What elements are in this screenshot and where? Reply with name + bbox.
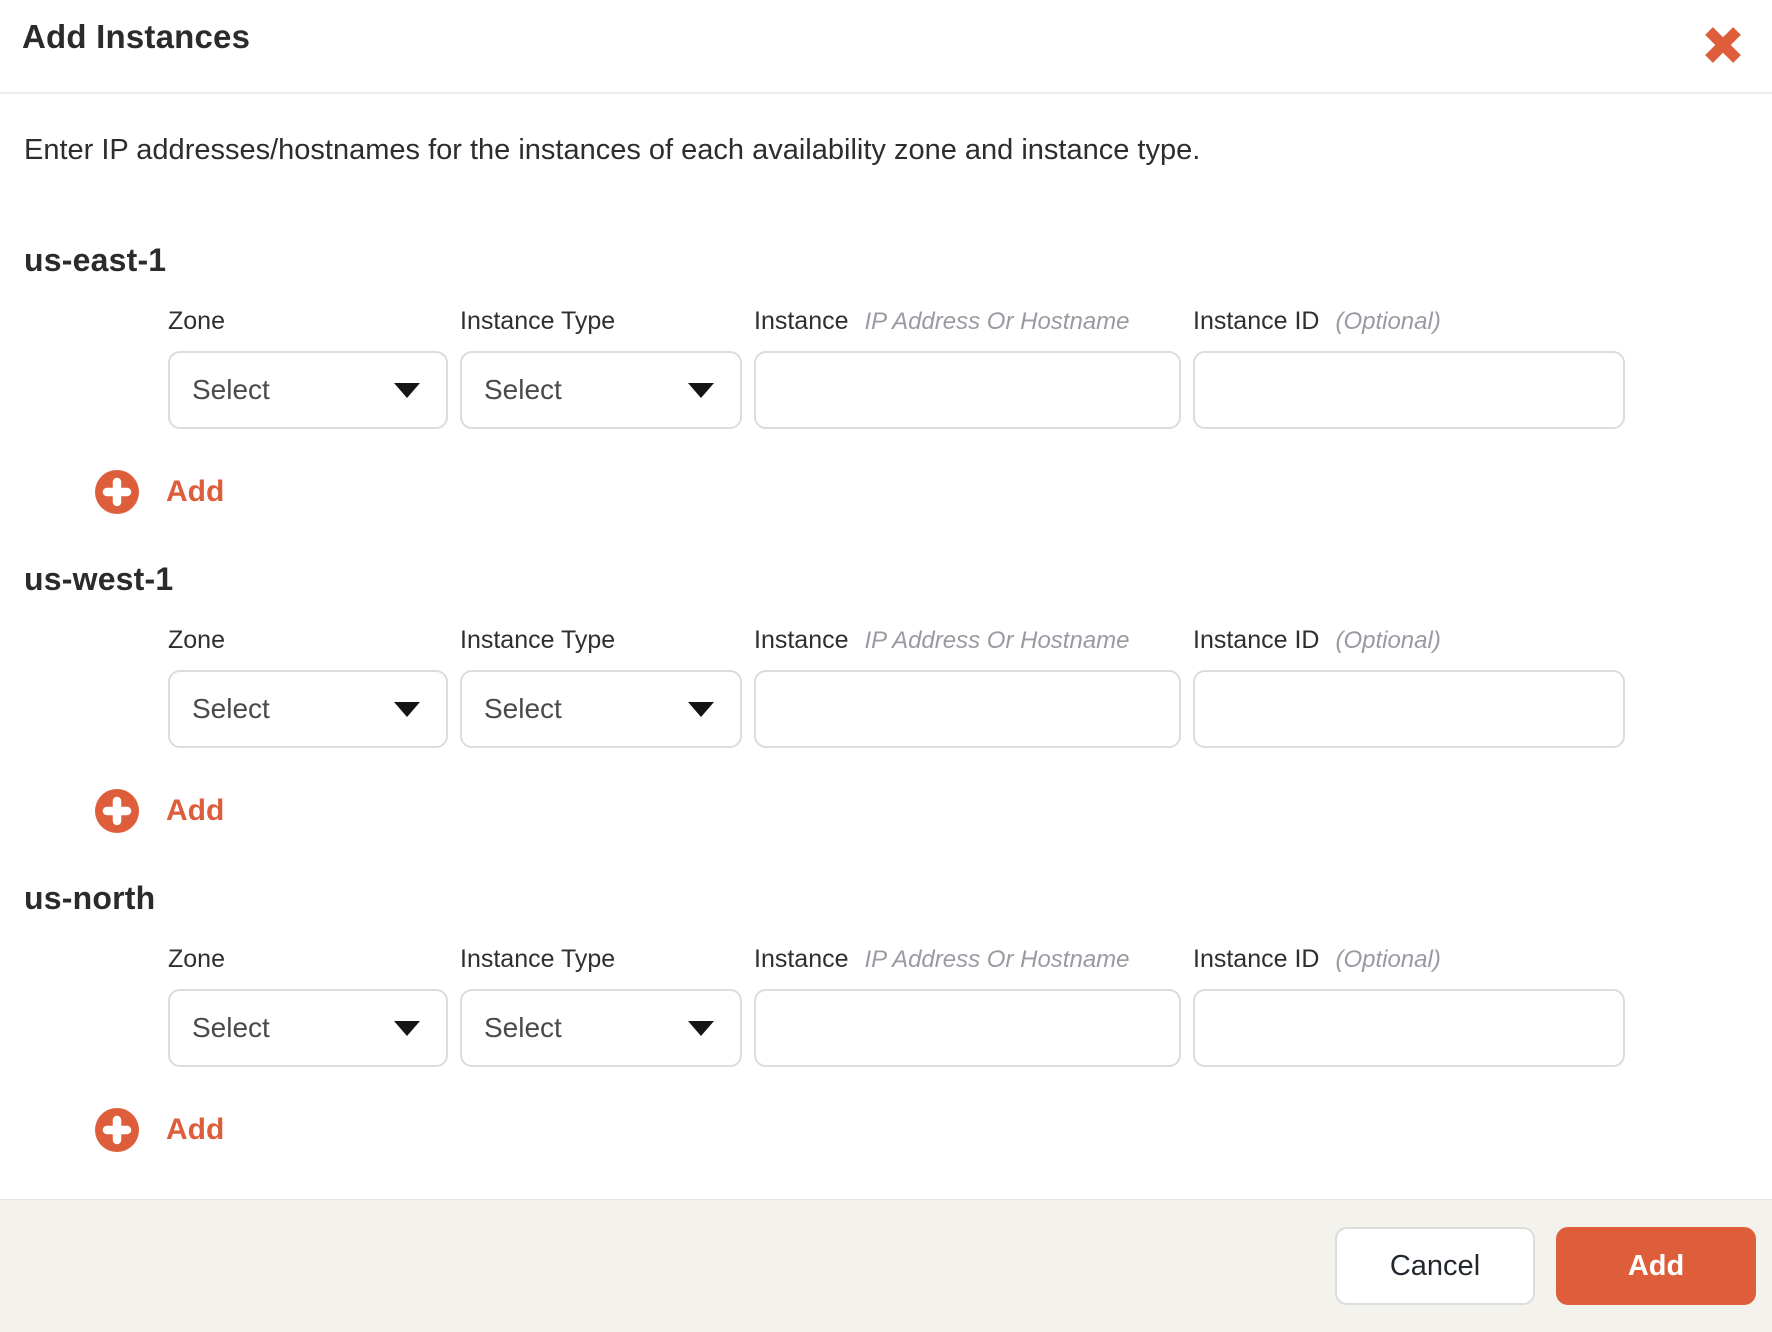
instance-label: Instance bbox=[754, 626, 849, 654]
instance-id-field: Instance ID (Optional) bbox=[1193, 626, 1625, 748]
zone-select[interactable]: Select bbox=[168, 989, 448, 1067]
add-row-button[interactable]: Add bbox=[94, 788, 224, 834]
zone-label: Zone bbox=[168, 307, 225, 335]
instance-hint: IP Address Or Hostname bbox=[864, 946, 1130, 973]
instance-type-label: Instance Type bbox=[460, 307, 616, 335]
chevron-down-icon bbox=[688, 701, 714, 717]
chevron-down-icon bbox=[688, 382, 714, 398]
instance-type-field: Instance Type Select bbox=[460, 945, 742, 1067]
instance-fields-row: Zone Select Instance Type Select Instanc… bbox=[168, 945, 1748, 1067]
instance-id-label: Instance ID bbox=[1193, 307, 1320, 335]
zone-section-us-north: us-north Zone Select Instance Type Selec… bbox=[0, 880, 1772, 1153]
instance-type-field: Instance Type Select bbox=[460, 626, 742, 748]
cancel-button[interactable]: Cancel bbox=[1335, 1227, 1535, 1305]
instance-type-select[interactable]: Select bbox=[460, 989, 742, 1067]
plus-circle-icon bbox=[95, 789, 139, 833]
instance-type-select[interactable]: Select bbox=[460, 670, 742, 748]
chevron-down-icon bbox=[394, 382, 420, 398]
instance-type-field: Instance Type Select bbox=[460, 307, 742, 429]
zone-field: Zone Select bbox=[168, 945, 448, 1067]
zone-label: Zone bbox=[168, 945, 225, 973]
instance-label: Instance bbox=[754, 307, 849, 335]
zone-select[interactable]: Select bbox=[168, 670, 448, 748]
add-row-label: Add bbox=[166, 1113, 225, 1146]
instance-id-field: Instance ID (Optional) bbox=[1193, 945, 1625, 1067]
zone-select-value: Select bbox=[192, 693, 270, 724]
zone-field: Zone Select bbox=[168, 307, 448, 429]
add-submit-button[interactable]: Add bbox=[1556, 1227, 1756, 1305]
zone-section-title: us-east-1 bbox=[24, 242, 167, 278]
instance-type-select-value: Select bbox=[484, 693, 562, 724]
instance-field: Instance IP Address Or Hostname bbox=[754, 945, 1181, 1067]
zone-section-title: us-west-1 bbox=[24, 561, 174, 597]
zone-section-title: us-north bbox=[24, 880, 156, 916]
instance-id-input[interactable] bbox=[1193, 351, 1625, 429]
modal-title: Add Instances bbox=[22, 18, 251, 55]
instance-id-label: Instance ID bbox=[1193, 626, 1320, 654]
instance-id-input[interactable] bbox=[1193, 989, 1625, 1067]
modal-footer: Cancel Add bbox=[0, 1199, 1772, 1332]
modal-header: Add Instances bbox=[0, 0, 1772, 94]
instance-type-label: Instance Type bbox=[460, 945, 616, 973]
close-button[interactable] bbox=[1698, 20, 1748, 70]
instance-hint: IP Address Or Hostname bbox=[864, 308, 1130, 335]
instance-fields-row: Zone Select Instance Type Select Instanc… bbox=[168, 307, 1748, 429]
instance-id-hint: (Optional) bbox=[1335, 946, 1441, 973]
chevron-down-icon bbox=[688, 1020, 714, 1036]
zone-select-value: Select bbox=[192, 1012, 270, 1043]
plus-circle-icon bbox=[95, 470, 139, 514]
zone-select[interactable]: Select bbox=[168, 351, 448, 429]
zone-section-us-east-1: us-east-1 Zone Select Instance Type Sele… bbox=[0, 242, 1772, 515]
add-row-label: Add bbox=[166, 475, 225, 508]
instance-id-field: Instance ID (Optional) bbox=[1193, 307, 1625, 429]
zone-select-value: Select bbox=[192, 374, 270, 405]
instance-input[interactable] bbox=[754, 989, 1181, 1067]
instance-id-hint: (Optional) bbox=[1335, 627, 1441, 654]
instance-type-label: Instance Type bbox=[460, 626, 616, 654]
add-row-button[interactable]: Add bbox=[94, 1107, 224, 1153]
instance-id-label: Instance ID bbox=[1193, 945, 1320, 973]
instance-id-input[interactable] bbox=[1193, 670, 1625, 748]
chevron-down-icon bbox=[394, 1020, 420, 1036]
zone-section-us-west-1: us-west-1 Zone Select Instance Type Sele… bbox=[0, 561, 1772, 834]
instance-type-select[interactable]: Select bbox=[460, 351, 742, 429]
instance-label: Instance bbox=[754, 945, 849, 973]
plus-circle-icon bbox=[95, 1108, 139, 1152]
instance-id-hint: (Optional) bbox=[1335, 308, 1441, 335]
close-x-icon bbox=[1705, 27, 1741, 63]
modal-description: Enter IP addresses/hostnames for the ins… bbox=[24, 134, 1201, 166]
instance-field: Instance IP Address Or Hostname bbox=[754, 626, 1181, 748]
instance-input[interactable] bbox=[754, 351, 1181, 429]
instance-type-select-value: Select bbox=[484, 374, 562, 405]
instance-fields-row: Zone Select Instance Type Select Instanc… bbox=[168, 626, 1748, 748]
instance-field: Instance IP Address Or Hostname bbox=[754, 307, 1181, 429]
zone-field: Zone Select bbox=[168, 626, 448, 748]
instance-hint: IP Address Or Hostname bbox=[864, 627, 1130, 654]
instance-input[interactable] bbox=[754, 670, 1181, 748]
instance-type-select-value: Select bbox=[484, 1012, 562, 1043]
add-row-label: Add bbox=[166, 794, 225, 827]
zone-label: Zone bbox=[168, 626, 225, 654]
add-row-button[interactable]: Add bbox=[94, 469, 224, 515]
chevron-down-icon bbox=[394, 701, 420, 717]
